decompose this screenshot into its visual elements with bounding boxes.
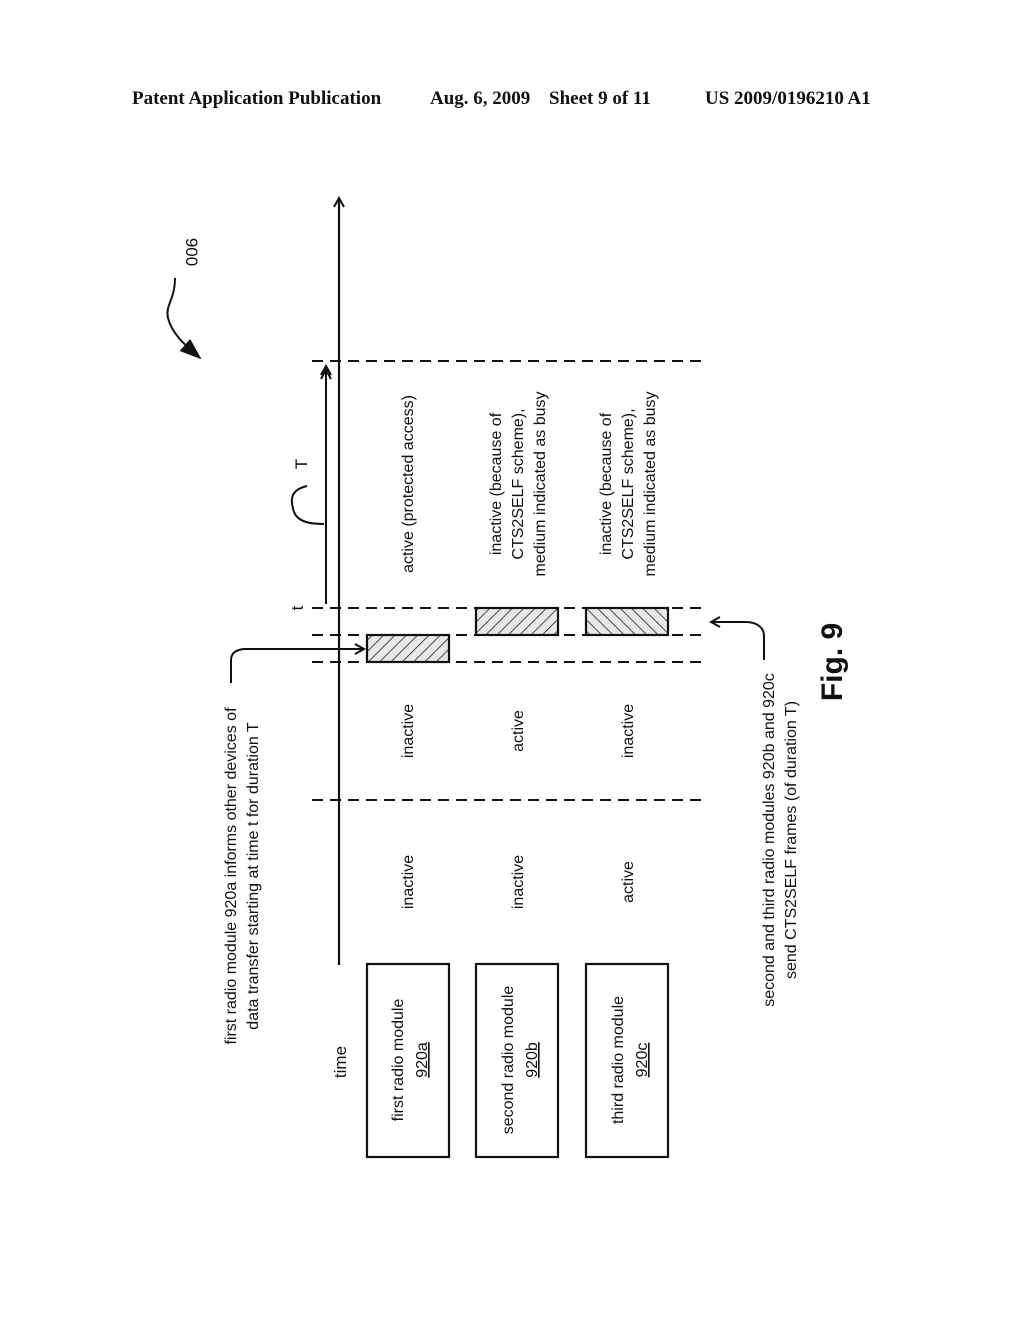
state-920c-line: CTS2SELF scheme), bbox=[620, 408, 637, 559]
annotation-line: data transfer starting at time t for dur… bbox=[245, 722, 262, 1030]
annotation-arrow bbox=[711, 622, 765, 660]
reference-arrow bbox=[166, 277, 202, 360]
cts2self-frame-920c bbox=[584, 606, 670, 637]
state-920a: inactive bbox=[400, 704, 417, 758]
module-ref: 920a bbox=[414, 1042, 431, 1078]
module-box-920a: first radio module 920a bbox=[365, 962, 451, 1159]
cts2self-frame-920b bbox=[474, 606, 560, 637]
annotation-line: first radio module 920a informs other de… bbox=[223, 707, 240, 1045]
phase-2-states: inactive active inactive bbox=[400, 704, 637, 758]
module-name: third radio module bbox=[610, 996, 627, 1124]
annotation-arrow bbox=[230, 649, 364, 683]
state-920b: active bbox=[510, 710, 527, 752]
state-920c-line: inactive (because of bbox=[598, 412, 615, 555]
state-920c: active bbox=[620, 861, 637, 903]
module-ref: 920b bbox=[524, 1042, 541, 1078]
announcement-frame bbox=[365, 633, 451, 664]
module-box-920b: second radio module 920b bbox=[474, 962, 560, 1159]
annotation-first-module: first radio module 920a informs other de… bbox=[223, 649, 364, 1045]
phase-1-states: inactive inactive active bbox=[400, 855, 637, 909]
module-name: first radio module bbox=[390, 999, 407, 1122]
state-920a: inactive bbox=[400, 855, 417, 909]
figure-9-diagram: 900 time T t first radio module 920a sec… bbox=[166, 0, 849, 1159]
state-920b-line: CTS2SELF scheme), bbox=[510, 408, 527, 559]
annotation-cts2self: second and third radio modules 920b and … bbox=[711, 622, 800, 1007]
module-name: second radio module bbox=[500, 986, 517, 1135]
state-920b-line: inactive (because of bbox=[488, 412, 505, 555]
state-920c: inactive bbox=[620, 704, 637, 758]
annotation-line: second and third radio modules 920b and … bbox=[761, 673, 778, 1007]
state-920b: inactive bbox=[510, 855, 527, 909]
state-920c-line: medium indicated as busy bbox=[642, 392, 659, 577]
duration-label: T bbox=[292, 459, 311, 469]
time-marker-label: t bbox=[288, 605, 307, 610]
module-box-920c: third radio module 920c bbox=[584, 962, 670, 1159]
module-ref: 920c bbox=[634, 1043, 651, 1078]
duration-leader bbox=[290, 485, 325, 525]
phase-3-states: active (protected access) inactive (beca… bbox=[400, 392, 659, 577]
state-920a-line: active (protected access) bbox=[400, 395, 417, 573]
reference-number: 900 bbox=[182, 238, 201, 266]
annotation-line: send CTS2SELF frames (of duration T) bbox=[783, 701, 800, 979]
time-axis-label: time bbox=[331, 1046, 350, 1078]
state-920b-line: medium indicated as busy bbox=[532, 392, 549, 577]
figure-caption: Fig. 9 bbox=[816, 623, 849, 701]
